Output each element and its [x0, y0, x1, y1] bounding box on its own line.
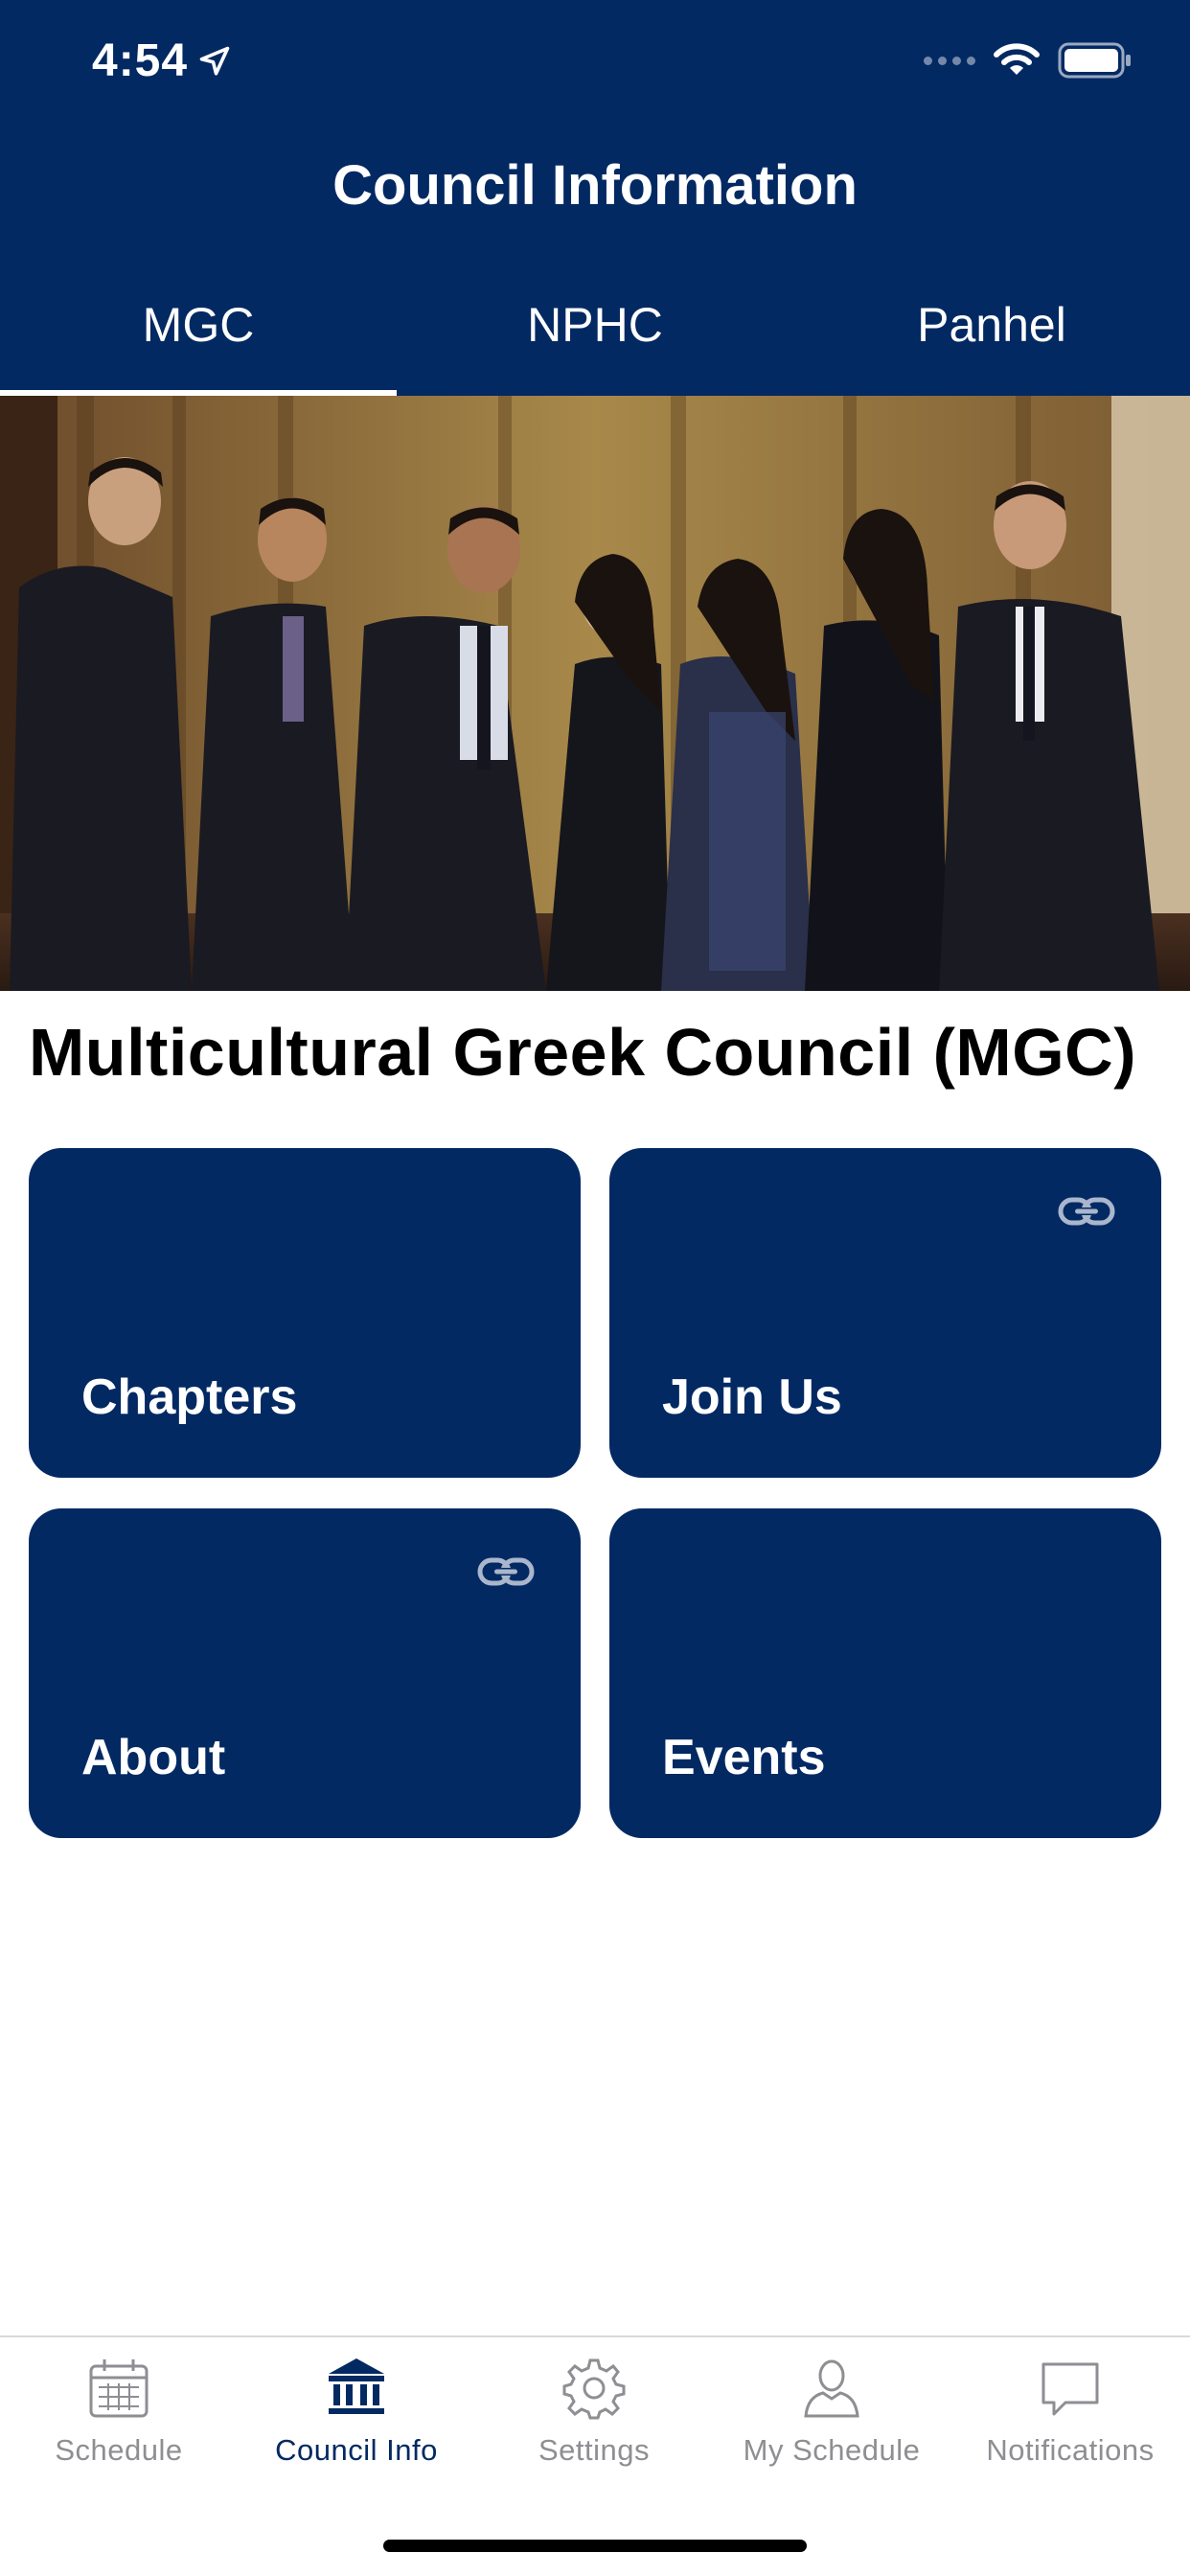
- tab-bar-label-council-info: Council Info: [275, 2433, 438, 2467]
- tab-panhel[interactable]: Panhel: [793, 278, 1190, 396]
- chapters-label: Chapters: [81, 1369, 298, 1425]
- chapters-card[interactable]: Chapters: [29, 1148, 581, 1478]
- tab-bar-label-settings: Settings: [538, 2433, 650, 2467]
- tab-bar-item-notifications[interactable]: Notifications: [950, 2355, 1190, 2468]
- status-bar: 4:54: [0, 0, 1190, 134]
- about-label: About: [81, 1730, 226, 1785]
- battery-icon: [1058, 42, 1131, 79]
- about-card[interactable]: About: [29, 1508, 581, 1838]
- tab-bar-item-my-schedule[interactable]: My Schedule: [713, 2355, 950, 2468]
- header: 4:54 Council Information MGC NPHC Panhel: [0, 0, 1190, 396]
- tab-mgc[interactable]: MGC: [0, 278, 397, 396]
- gear-icon: [562, 2358, 626, 2420]
- link-icon: [477, 1557, 535, 1586]
- status-time-text: 4:54: [92, 35, 189, 86]
- person-icon: [804, 2359, 859, 2418]
- tab-nphc[interactable]: NPHC: [397, 278, 793, 396]
- calendar-icon: [89, 2359, 149, 2418]
- tab-bar-item-council-info[interactable]: Council Info: [238, 2355, 475, 2468]
- tab-bar-label-my-schedule: My Schedule: [743, 2433, 921, 2467]
- chat-bubble-icon: [1041, 2362, 1099, 2416]
- wifi-icon: [994, 43, 1040, 75]
- page-title: Council Information: [332, 154, 858, 217]
- location-arrow-icon: [199, 46, 230, 76]
- home-indicator[interactable]: [383, 2540, 807, 2552]
- tab-bar-item-settings[interactable]: Settings: [475, 2355, 713, 2468]
- council-name-heading: Multicultural Greek Council (MGC): [29, 1015, 1137, 1090]
- tab-bar-label-schedule: Schedule: [55, 2433, 183, 2467]
- institution-icon: [329, 2358, 384, 2414]
- tab-bar-item-schedule[interactable]: Schedule: [0, 2355, 238, 2468]
- status-icons: [924, 42, 1133, 79]
- link-icon: [1058, 1197, 1115, 1226]
- events-label: Events: [662, 1730, 826, 1785]
- events-card[interactable]: Events: [609, 1508, 1161, 1838]
- join-us-card[interactable]: Join Us: [609, 1148, 1161, 1478]
- council-tabs: MGC NPHC Panhel: [0, 278, 1190, 396]
- join-us-label: Join Us: [662, 1369, 842, 1425]
- status-time: 4:54: [92, 34, 232, 87]
- council-group-photo: [0, 396, 1190, 991]
- cellular-signal-icon: [924, 56, 975, 65]
- tab-bar-label-notifications: Notifications: [986, 2433, 1155, 2467]
